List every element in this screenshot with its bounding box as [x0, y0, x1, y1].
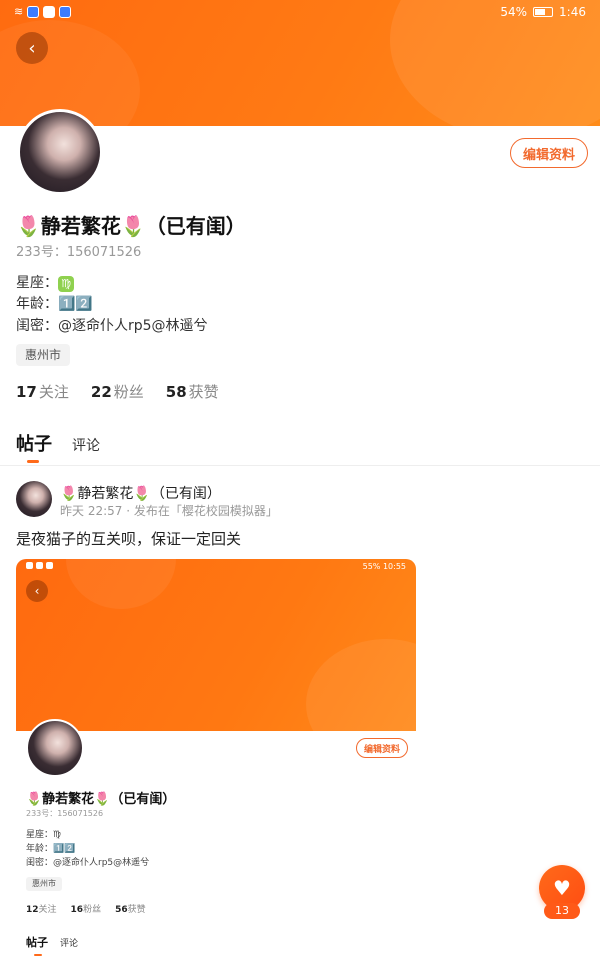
image-status-icons	[26, 562, 53, 569]
age-value: 1️⃣2️⃣	[58, 296, 93, 312]
image-status-right: 55% 10:55	[363, 562, 406, 571]
likes-stat[interactable]: 58 获赞	[166, 381, 219, 402]
image-followers-count: 16	[70, 905, 84, 915]
bestie-row: 闺密：@逐命仆人rp5@林遥兮	[16, 315, 208, 335]
profile-stats: 17 关注 22 粉丝 58 获赞	[16, 381, 219, 402]
likes-count: 58	[165, 383, 187, 401]
like-count: 13	[544, 903, 580, 919]
profile-uid: 233号：156071526	[16, 241, 141, 260]
image-following-count: 12	[26, 905, 39, 915]
image-likes: 56获赞	[115, 902, 146, 915]
image-battery: 55%	[362, 562, 381, 571]
banner-decoration	[306, 639, 416, 731]
following-label: 关注	[38, 383, 69, 401]
app-notification-icon	[27, 5, 40, 18]
image-likes-count: 56	[115, 905, 128, 915]
status-bar: ≋ 54% 1:46	[0, 0, 600, 26]
zodiac-label: 星座：	[16, 275, 58, 291]
post-author-name[interactable]: 🌷静若繁花🌷（已有闺）	[60, 483, 221, 503]
image-uid: 233号：156071526	[26, 809, 104, 818]
image-tab-comments: 评论	[60, 939, 79, 949]
status-icons: ≋	[14, 5, 72, 18]
image-avatar	[26, 719, 84, 777]
app-notification-icon	[43, 5, 56, 18]
profile-name: 🌷静若繁花🌷（已有闺）	[16, 214, 246, 238]
following-count: 17	[16, 383, 37, 401]
image-following: 12关注	[26, 902, 57, 915]
edit-profile-button[interactable]: 编辑资料	[510, 138, 588, 168]
uid-label: 233号：	[16, 245, 67, 260]
image-likes-label: 获赞	[127, 905, 146, 915]
tab-comments[interactable]: 评论	[72, 435, 100, 455]
image-followers-label: 粉丝	[83, 905, 102, 915]
image-status-bar: 55% 10:55	[16, 559, 416, 575]
age-row: 年龄：1️⃣2️⃣	[16, 293, 93, 313]
wifi-icon: ≋	[14, 5, 24, 18]
location-tag[interactable]: 惠州市	[16, 344, 71, 366]
followers-count: 22	[90, 383, 112, 401]
likes-label: 获赞	[188, 383, 219, 401]
post-image[interactable]: 55% 10:55 ‹ 编辑资料 🌷静若繁花🌷（已有闺） 233号：156071…	[16, 559, 416, 960]
bestie-label: 闺密：	[16, 318, 58, 334]
image-followers: 16粉丝	[71, 902, 102, 915]
image-tab-posts: 帖子	[26, 936, 48, 949]
profile-tabs: 帖子 评论	[16, 430, 100, 463]
uid-value: 156071526	[66, 245, 142, 260]
image-edit-button: 编辑资料	[356, 738, 408, 758]
avatar[interactable]	[17, 109, 103, 195]
divider	[0, 465, 600, 466]
image-bestie: 闺密：@逐命仆人rp5@林遥兮	[26, 858, 150, 868]
image-stats: 12关注 16粉丝 56获赞	[26, 902, 146, 915]
image-time: 10:55	[382, 562, 406, 571]
zodiac-value: ♍	[58, 276, 74, 292]
post-meta: 昨天 22:57 · 发布在「樱花校园模拟器」	[60, 504, 278, 518]
image-following-label: 关注	[38, 905, 57, 915]
image-age: 年龄：1️⃣2️⃣	[26, 844, 76, 854]
image-profile-name: 🌷静若繁花🌷（已有闺）	[26, 792, 176, 807]
chevron-left-icon: ‹	[28, 37, 36, 59]
post-text[interactable]: 是夜猫子的互关呗，保证一定回关	[16, 528, 241, 549]
tab-posts[interactable]: 帖子	[16, 430, 52, 463]
zodiac-row: 星座： ♍	[16, 272, 74, 292]
back-button[interactable]: ‹	[16, 32, 48, 64]
status-right: 54% 1:46	[500, 5, 586, 19]
bestie-value[interactable]: @逐命仆人rp5@林遥兮	[58, 318, 208, 334]
image-location-tag: 惠州市	[26, 877, 62, 891]
app-notification-icon	[59, 5, 72, 18]
battery-icon	[533, 7, 554, 17]
following-stat[interactable]: 17 关注	[16, 381, 69, 402]
heart-icon: ♥	[553, 876, 571, 900]
image-back-icon: ‹	[26, 580, 48, 602]
image-zodiac: 星座：♍	[26, 830, 62, 840]
post-author-avatar[interactable]	[16, 481, 52, 517]
image-tabs: 帖子 评论	[26, 934, 78, 950]
battery-percent: 54%	[500, 5, 528, 19]
age-label: 年龄：	[16, 296, 58, 312]
image-banner	[16, 559, 416, 731]
clock: 1:46	[559, 5, 586, 19]
image-tab-underline	[34, 954, 42, 956]
followers-label: 粉丝	[113, 383, 144, 401]
followers-stat[interactable]: 22 粉丝	[91, 381, 144, 402]
